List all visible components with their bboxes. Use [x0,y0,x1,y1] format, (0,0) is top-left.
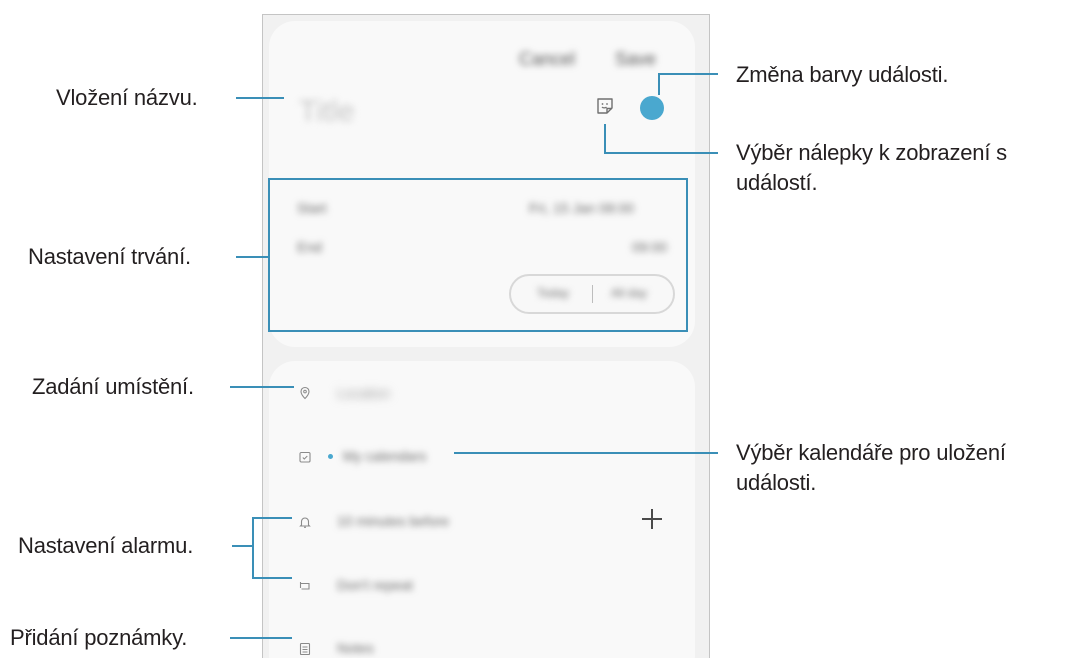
color-leader-horizontal [658,73,718,75]
callout-color: Změna barvy události. [736,62,949,87]
callout-sticker-line2: událostí. [736,170,818,195]
duration-highlight-box [268,178,688,332]
title-leader-line [236,97,284,99]
sticker-icon[interactable] [595,96,615,116]
repeat-field[interactable]: Don't repeat [337,577,413,593]
alarm-bracket-bottom [252,577,292,579]
cancel-button[interactable]: Cancel [519,49,575,70]
callout-title: Vložení názvu. [56,85,198,110]
alarm-bracket-top [252,517,292,519]
calendar-icon [299,451,311,463]
callout-sticker-line1: Výběr nálepky k zobrazení s [736,140,1007,165]
alarm-field[interactable]: 10 minutes before [337,513,449,529]
location-pin-icon [300,386,310,400]
sticker-leader-horizontal [604,152,718,154]
event-options-card: Location My calendars 10 minutes before … [269,361,695,658]
save-button[interactable]: Save [615,49,656,70]
bell-icon [299,517,311,528]
calendar-select[interactable]: My calendars [343,448,426,464]
sticker-leader-vertical [604,124,606,154]
callout-duration: Nastavení trvání. [28,244,191,269]
location-field[interactable]: Location [337,385,390,401]
calendar-color-dot [328,454,333,459]
duration-leader-line [236,256,268,258]
callout-alarm: Nastavení alarmu. [18,533,194,558]
title-input[interactable]: Title [299,95,355,129]
repeat-icon [299,582,310,590]
notes-icon [299,642,311,656]
callout-calendar-line1: Výběr kalendáře pro uložení [736,440,1006,465]
alarm-leader-line [232,545,254,547]
color-leader-vertical [658,73,660,95]
event-color-button[interactable] [640,96,664,120]
add-alarm-icon[interactable] [640,507,664,531]
callout-note: Přidání poznámky. [10,625,188,650]
callout-location: Zadání umístění. [32,374,194,399]
calendar-leader-line [454,452,718,454]
notes-field[interactable]: Notes [337,640,374,656]
note-leader-line [230,637,292,639]
alarm-bracket-vertical [252,517,254,579]
location-leader-line [230,386,294,388]
callout-calendar-line2: události. [736,470,817,495]
